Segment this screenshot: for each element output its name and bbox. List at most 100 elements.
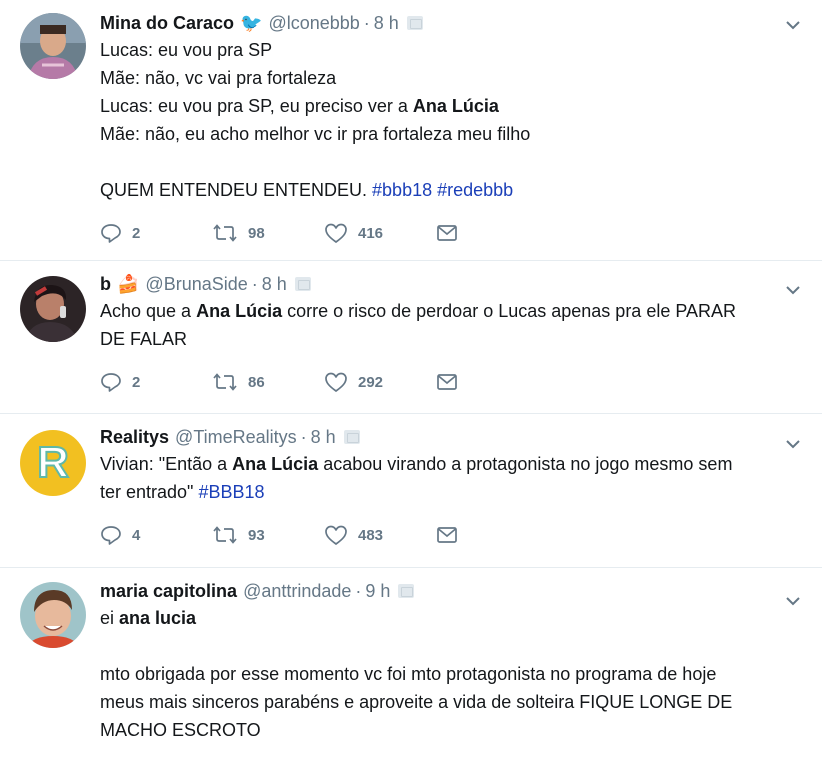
tweet-text-line: Acho que a Ana Lúcia corre o risco de pe…: [100, 297, 808, 325]
tweet-header: Mina do Caraco 🐦 @lconebbb · 8 h: [100, 10, 808, 36]
tweet-text: Vivian: "Então a Ana Lúcia acabou virand…: [100, 450, 808, 506]
dm-button[interactable]: [436, 372, 548, 392]
text-segment: ei: [100, 608, 120, 628]
like-button[interactable]: 416: [324, 222, 436, 244]
display-name[interactable]: b: [100, 274, 111, 295]
tweet-text-line: ei ana lucia: [100, 604, 808, 632]
reply-count: 4: [132, 526, 141, 544]
tweet-actions: 2 86 292: [100, 367, 808, 397]
like-count: 292: [358, 373, 384, 391]
text-segment: Mãe: não, vc vai pra fortaleza: [100, 68, 337, 88]
hashtag-link[interactable]: #bbb18: [372, 180, 432, 200]
name-emoji: 🐦: [240, 12, 263, 33]
reply-count: 2: [132, 224, 141, 242]
retweet-icon: [213, 224, 237, 242]
tweet-text-line: Lucas: eu vou pra SP: [100, 36, 808, 64]
like-icon: [325, 525, 347, 545]
tweet-text-line: QUEM ENTENDEU ENTENDEU. #bbb18 #redebbb: [100, 176, 808, 204]
tweet[interactable]: b 🍰 @BrunaSide · 8 h Acho que a Ana Lúci…: [0, 261, 822, 414]
tweet-text-line: mto obrigada por esse momento vc foi mto…: [100, 660, 808, 688]
highlighted-term: Ana Lúcia: [412, 96, 499, 116]
dm-button[interactable]: [436, 525, 548, 545]
tweet[interactable]: Mina do Caraco 🐦 @lconebbb · 8 h Lucas: …: [0, 0, 822, 261]
separator-dot: ·: [355, 580, 362, 601]
reply-button[interactable]: 2: [100, 222, 212, 244]
chevron-down-icon[interactable]: [784, 592, 802, 610]
text-segment: Lucas: eu vou pra SP: [100, 40, 273, 60]
tweet-header: b 🍰 @BrunaSide · 8 h: [100, 271, 808, 297]
retweet-button[interactable]: 98: [212, 222, 324, 244]
separator-dot: ·: [363, 12, 370, 33]
tweet-text-line: MACHO ESCROTO: [100, 716, 808, 744]
source-badge-icon: [406, 16, 423, 30]
text-segment: MACHO ESCROTO: [100, 720, 261, 740]
highlighted-term: Ana Lúcia: [196, 301, 283, 321]
timestamp[interactable]: 8 h: [374, 13, 399, 34]
tweet-text-line: [100, 632, 808, 660]
chevron-down-icon[interactable]: [784, 16, 802, 34]
name-emoji: 🍰: [117, 273, 140, 294]
reply-button[interactable]: 4: [100, 524, 212, 546]
display-name[interactable]: Mina do Caraco: [100, 13, 234, 34]
tweet-header: maria capitolina @anttrindade · 9 h: [100, 578, 808, 604]
chevron-down-icon[interactable]: [784, 435, 802, 453]
dm-button[interactable]: [436, 223, 548, 243]
text-segment: corre o risco de perdoar o Lucas apenas …: [282, 301, 737, 321]
user-handle[interactable]: @TimeRealitys: [175, 427, 297, 448]
like-button[interactable]: 292: [324, 371, 436, 393]
dm-icon: [437, 374, 457, 390]
dm-icon: [437, 225, 457, 241]
display-name[interactable]: Realitys: [100, 427, 169, 448]
text-segment: ter entrado": [100, 482, 199, 502]
like-icon: [325, 223, 347, 243]
timestamp[interactable]: 9 h: [365, 581, 390, 602]
user-handle[interactable]: @lconebbb: [268, 13, 359, 34]
timestamp[interactable]: 8 h: [262, 274, 287, 295]
tweet-text-line: [100, 148, 808, 176]
tweet-text-line: Mãe: não, vc vai pra fortaleza: [100, 64, 808, 92]
tweet-text: Acho que a Ana Lúcia corre o risco de pe…: [100, 297, 808, 353]
hashtag-link[interactable]: #redebbb: [437, 180, 513, 200]
tweet-text-line: DE FALAR: [100, 325, 808, 353]
avatar[interactable]: [20, 582, 86, 648]
retweet-count: 98: [248, 224, 265, 242]
avatar-letter: R: [37, 438, 69, 487]
retweet-icon: [213, 373, 237, 391]
reply-count: 2: [132, 373, 141, 391]
reply-icon: [101, 373, 121, 392]
timestamp[interactable]: 8 h: [311, 427, 336, 448]
reply-button[interactable]: 2: [100, 371, 212, 393]
tweet-text-line: Mãe: não, eu acho melhor vc ir pra forta…: [100, 120, 808, 148]
text-segment: meus mais sinceros parabéns e aproveite …: [100, 692, 733, 712]
avatar[interactable]: R: [20, 430, 86, 496]
separator-dot: ·: [300, 426, 307, 447]
chevron-down-icon[interactable]: [784, 281, 802, 299]
avatar[interactable]: [20, 276, 86, 342]
tweet[interactable]: R Realitys @TimeRealitys · 8 h Vivian: "…: [0, 414, 822, 568]
like-count: 416: [358, 224, 384, 242]
source-badge-icon: [343, 430, 360, 444]
like-count: 483: [358, 526, 384, 544]
retweet-button[interactable]: 86: [212, 371, 324, 393]
retweet-button[interactable]: 93: [212, 524, 324, 546]
text-segment: Mãe: não, eu acho melhor vc ir pra forta…: [100, 124, 531, 144]
retweet-count: 86: [248, 373, 265, 391]
source-badge-icon: [294, 277, 311, 291]
like-button[interactable]: 483: [324, 524, 436, 546]
text-segment: DE FALAR: [100, 329, 188, 349]
tweet-text-line: ter entrado" #BBB18: [100, 478, 808, 506]
display-name[interactable]: maria capitolina: [100, 581, 237, 602]
user-handle[interactable]: @anttrindade: [243, 581, 351, 602]
user-handle[interactable]: @BrunaSide: [145, 274, 247, 295]
tweet-feed: Mina do Caraco 🐦 @lconebbb · 8 h Lucas: …: [0, 0, 822, 765]
tweet-actions: 2 98 416: [100, 218, 808, 248]
hashtag-link[interactable]: #BBB18: [198, 482, 264, 502]
source-badge-icon: [398, 584, 415, 598]
avatar[interactable]: [20, 13, 86, 79]
separator-dot: ·: [251, 273, 258, 294]
text-segment: Vivian: "Então a: [100, 454, 233, 474]
tweet[interactable]: maria capitolina @anttrindade · 9 h ei a…: [0, 568, 822, 765]
retweet-icon: [213, 526, 237, 544]
tweet-actions: 4 93 483: [100, 520, 808, 550]
tweet-text-line: Lucas: eu vou pra SP, eu preciso ver a A…: [100, 92, 808, 120]
